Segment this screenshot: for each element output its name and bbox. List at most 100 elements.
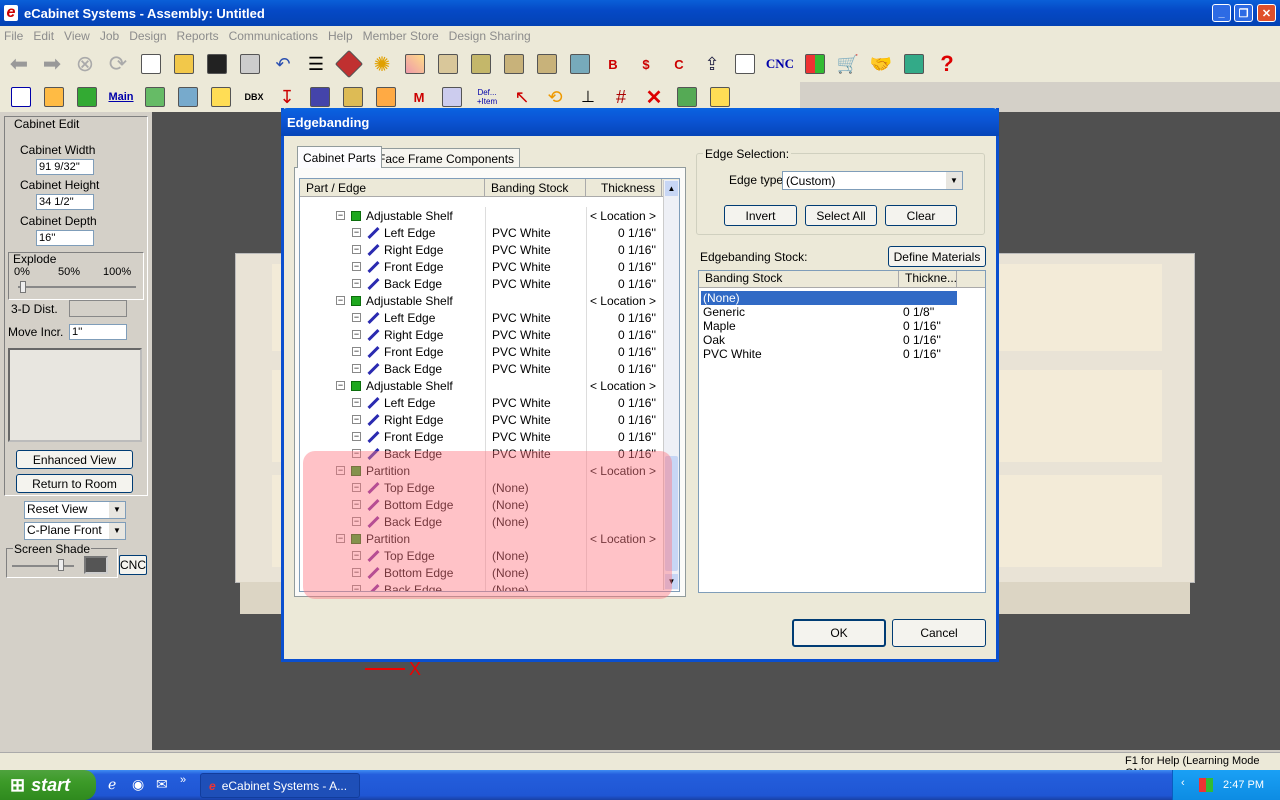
- table-icon[interactable]: [439, 84, 465, 110]
- edge-row[interactable]: − Front Edge PVC White 0 1/16'': [300, 343, 662, 360]
- open-folder-icon[interactable]: [171, 51, 197, 77]
- dist-input[interactable]: [69, 300, 127, 317]
- collapse-icon[interactable]: −: [336, 296, 345, 305]
- banding-stock-cell[interactable]: PVC White: [485, 309, 586, 326]
- collapse-icon[interactable]: −: [352, 245, 361, 254]
- grid-lines-icon[interactable]: #: [608, 84, 634, 110]
- refresh-icon[interactable]: ⟳: [105, 51, 131, 77]
- return-to-room-button[interactable]: Return to Room: [16, 474, 133, 493]
- tray-app-icon[interactable]: [1199, 778, 1213, 792]
- ruler-icon[interactable]: [707, 84, 733, 110]
- price-icon[interactable]: $: [633, 51, 659, 77]
- explode-slider-thumb[interactable]: [20, 281, 26, 293]
- door-icon[interactable]: [435, 51, 461, 77]
- menu-view[interactable]: View: [64, 29, 90, 43]
- edge-row[interactable]: − Left Edge PVC White 0 1/16'': [300, 309, 662, 326]
- help-icon[interactable]: ?: [934, 51, 960, 77]
- menu-job[interactable]: Job: [100, 29, 119, 43]
- light-icon[interactable]: ✺: [369, 51, 395, 77]
- part-row[interactable]: − Adjustable Shelf < Location >: [300, 292, 662, 309]
- shopping-cart-icon[interactable]: 🛒: [835, 51, 861, 77]
- location-cell[interactable]: < Location >: [586, 292, 662, 309]
- banding-stock-cell[interactable]: PVC White: [485, 224, 586, 241]
- menu-communications[interactable]: Communications: [229, 29, 318, 43]
- collapse-icon[interactable]: −: [336, 381, 345, 390]
- hinge-icon[interactable]: [373, 84, 399, 110]
- edge-row[interactable]: − Right Edge PVC White 0 1/16'': [300, 411, 662, 428]
- banding-stock-cell[interactable]: PVC White: [485, 275, 586, 292]
- shade-color-swatch[interactable]: [84, 556, 108, 574]
- stock-col-thickness[interactable]: Thickne...: [899, 271, 957, 287]
- edge-row[interactable]: − Right Edge PVC White 0 1/16'': [300, 241, 662, 258]
- stock-row[interactable]: (None): [701, 291, 957, 305]
- cabinet-edit-icon[interactable]: [8, 84, 34, 110]
- collapse-icon[interactable]: −: [352, 364, 361, 373]
- close-button[interactable]: ✕: [1257, 4, 1276, 22]
- collapse-icon[interactable]: −: [336, 211, 345, 220]
- material-icon[interactable]: [402, 51, 428, 77]
- messenger-icon[interactable]: ✉: [156, 776, 168, 793]
- edge-type-select[interactable]: (Custom): [782, 171, 963, 190]
- scroll-up-icon[interactable]: ▲: [665, 181, 678, 196]
- camera-icon[interactable]: [674, 84, 700, 110]
- incr-input[interactable]: 1'': [69, 324, 127, 340]
- edge-row[interactable]: − Left Edge PVC White 0 1/16'': [300, 224, 662, 241]
- select-all-button[interactable]: Select All: [805, 205, 877, 226]
- media-icon[interactable]: ◉: [132, 776, 144, 793]
- stop-icon[interactable]: ⊗: [72, 51, 98, 77]
- col-banding-stock[interactable]: Banding Stock: [485, 179, 586, 196]
- collapse-icon[interactable]: −: [352, 262, 361, 271]
- menu-reports[interactable]: Reports: [177, 29, 219, 43]
- layout-icon[interactable]: [567, 51, 593, 77]
- menu-design[interactable]: Design: [129, 29, 166, 43]
- col-part-edge[interactable]: Part / Edge: [300, 179, 485, 196]
- chevron-down-icon[interactable]: ▼: [109, 523, 125, 539]
- clear-button[interactable]: Clear: [885, 205, 957, 226]
- menu-help[interactable]: Help: [328, 29, 353, 43]
- banding-stock-cell[interactable]: PVC White: [485, 343, 586, 360]
- stock-row[interactable]: Generic 0 1/8'': [703, 305, 934, 319]
- cnc-toolbar-button[interactable]: CNC: [765, 51, 795, 77]
- rotate-icon[interactable]: ⟲: [542, 84, 568, 110]
- menu-edit[interactable]: Edit: [33, 29, 54, 43]
- menu-member-store[interactable]: Member Store: [363, 29, 439, 43]
- settings-sliders-icon[interactable]: ☰: [303, 51, 329, 77]
- cabinet-icon[interactable]: [501, 51, 527, 77]
- def-item-button[interactable]: Def... +Item: [472, 84, 502, 110]
- chevron-down-icon[interactable]: ▼: [946, 172, 962, 189]
- banding-stock-cell[interactable]: PVC White: [485, 258, 586, 275]
- hardware-icon[interactable]: [340, 84, 366, 110]
- stock-row[interactable]: PVC White 0 1/16'': [703, 347, 941, 361]
- back-arrow-icon[interactable]: ⬅: [6, 51, 32, 77]
- cabinet-list-icon[interactable]: [534, 51, 560, 77]
- part-row[interactable]: − Adjustable Shelf < Location >: [300, 377, 662, 394]
- handshake-icon[interactable]: 🤝: [868, 51, 894, 77]
- stock-row[interactable]: Oak 0 1/16'': [703, 333, 941, 347]
- invert-button[interactable]: Invert: [724, 205, 797, 226]
- cabinet-green-icon[interactable]: [142, 84, 168, 110]
- banding-stock-cell[interactable]: [485, 377, 586, 394]
- banding-stock-cell[interactable]: PVC White: [485, 360, 586, 377]
- banding-stock-cell[interactable]: [485, 292, 586, 309]
- print-icon[interactable]: [237, 51, 263, 77]
- collapse-icon[interactable]: −: [352, 347, 361, 356]
- edge-row[interactable]: − Back Edge PVC White 0 1/16'': [300, 275, 662, 292]
- dimension-icon[interactable]: ⊥: [575, 84, 601, 110]
- banding-stock-cell[interactable]: [485, 207, 586, 224]
- edge-row[interactable]: − Front Edge PVC White 0 1/16'': [300, 428, 662, 445]
- undo-icon[interactable]: ↶: [270, 51, 296, 77]
- banding-stock-cell[interactable]: PVC White: [485, 428, 586, 445]
- part-row[interactable]: − Adjustable Shelf < Location >: [300, 207, 662, 224]
- forward-arrow-icon[interactable]: ➡: [39, 51, 65, 77]
- collapse-icon[interactable]: −: [352, 398, 361, 407]
- stock-row[interactable]: Maple 0 1/16'': [703, 319, 941, 333]
- cabinet-width-input[interactable]: 91 9/32'': [36, 159, 94, 175]
- edge-row[interactable]: − Back Edge PVC White 0 1/16'': [300, 360, 662, 377]
- edge-row[interactable]: − Left Edge PVC White 0 1/16'': [300, 394, 662, 411]
- cabinet-blue-icon[interactable]: [175, 84, 201, 110]
- cabinet-height-input[interactable]: 34 1/2'': [36, 194, 94, 210]
- edge-row[interactable]: − Right Edge PVC White 0 1/16'': [300, 326, 662, 343]
- stock-list[interactable]: Banding Stock Thickne... (None) Generic 0 …: [698, 270, 986, 593]
- grid-icon[interactable]: [802, 51, 828, 77]
- define-materials-button[interactable]: Define Materials: [888, 246, 986, 267]
